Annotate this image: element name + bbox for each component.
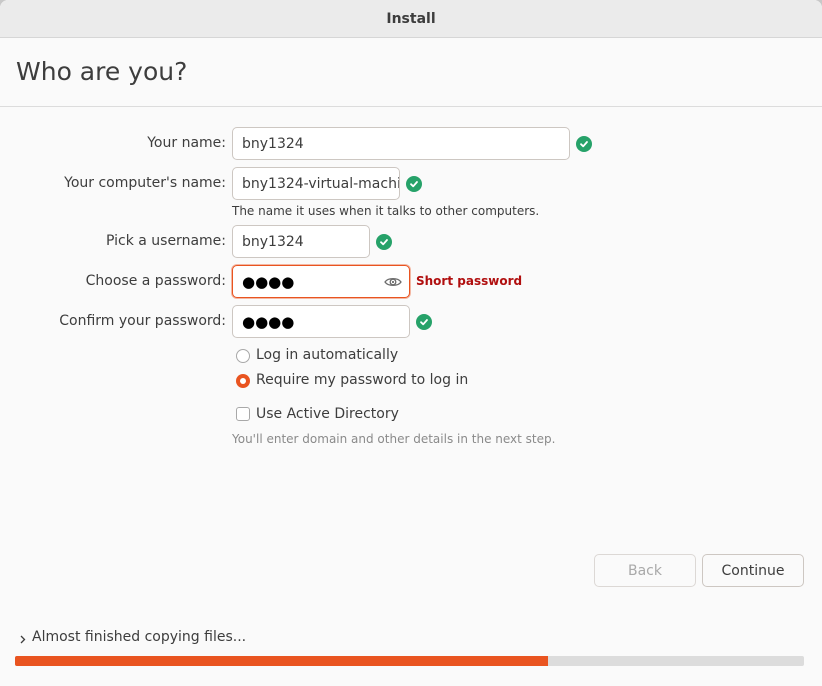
username-input-value: bny1324 <box>242 233 304 250</box>
computer-name-input[interactable]: bny1324-virtual-machine <box>232 167 400 200</box>
require-password-radio[interactable] <box>236 374 250 388</box>
confirm-password-label: Confirm your password: <box>59 313 226 329</box>
eye-icon[interactable] <box>383 273 403 291</box>
confirm-password-valid-check-icon <box>416 314 432 330</box>
name-valid-check-icon <box>576 136 592 152</box>
install-status[interactable]: Almost finished copying files... <box>18 628 246 646</box>
name-label: Your name: <box>147 135 226 151</box>
chevron-right-icon[interactable] <box>18 632 28 646</box>
login-automatically-label[interactable]: Log in automatically <box>256 347 398 363</box>
installer-window: Install Who are you? Your name: bny1324 … <box>0 0 822 686</box>
confirm-password-input[interactable]: ●●●● <box>232 305 410 338</box>
page-title: Who are you? <box>16 57 188 86</box>
name-input-value: bny1324 <box>242 135 304 152</box>
confirm-password-masked-value: ●●●● <box>242 312 295 331</box>
active-directory-hint: You'll enter domain and other details in… <box>232 432 556 446</box>
computer-name-input-value: bny1324-virtual-machine <box>242 175 399 192</box>
back-button[interactable]: Back <box>594 554 696 587</box>
login-automatically-radio[interactable] <box>236 349 250 363</box>
password-label: Choose a password: <box>85 273 226 289</box>
password-strength-warning: Short password <box>416 274 523 288</box>
header-divider <box>0 106 822 107</box>
computer-name-hint: The name it uses when it talks to other … <box>232 204 540 218</box>
continue-button[interactable]: Continue <box>702 554 804 587</box>
title-bar: Install <box>0 0 822 38</box>
password-masked-value: ●●●● <box>242 272 295 291</box>
username-input[interactable]: bny1324 <box>232 225 370 258</box>
install-progress-bar <box>15 656 804 666</box>
active-directory-checkbox[interactable] <box>236 407 250 421</box>
active-directory-label[interactable]: Use Active Directory <box>256 406 399 422</box>
window-title: Install <box>386 10 436 27</box>
username-valid-check-icon <box>376 234 392 250</box>
require-password-label[interactable]: Require my password to log in <box>256 372 468 388</box>
name-input[interactable]: bny1324 <box>232 127 570 160</box>
install-progress-fill <box>15 656 548 666</box>
install-status-text: Almost finished copying files... <box>32 629 247 645</box>
computer-name-label: Your computer's name: <box>64 175 226 191</box>
username-label: Pick a username: <box>105 233 226 249</box>
computer-name-valid-check-icon <box>406 176 422 192</box>
